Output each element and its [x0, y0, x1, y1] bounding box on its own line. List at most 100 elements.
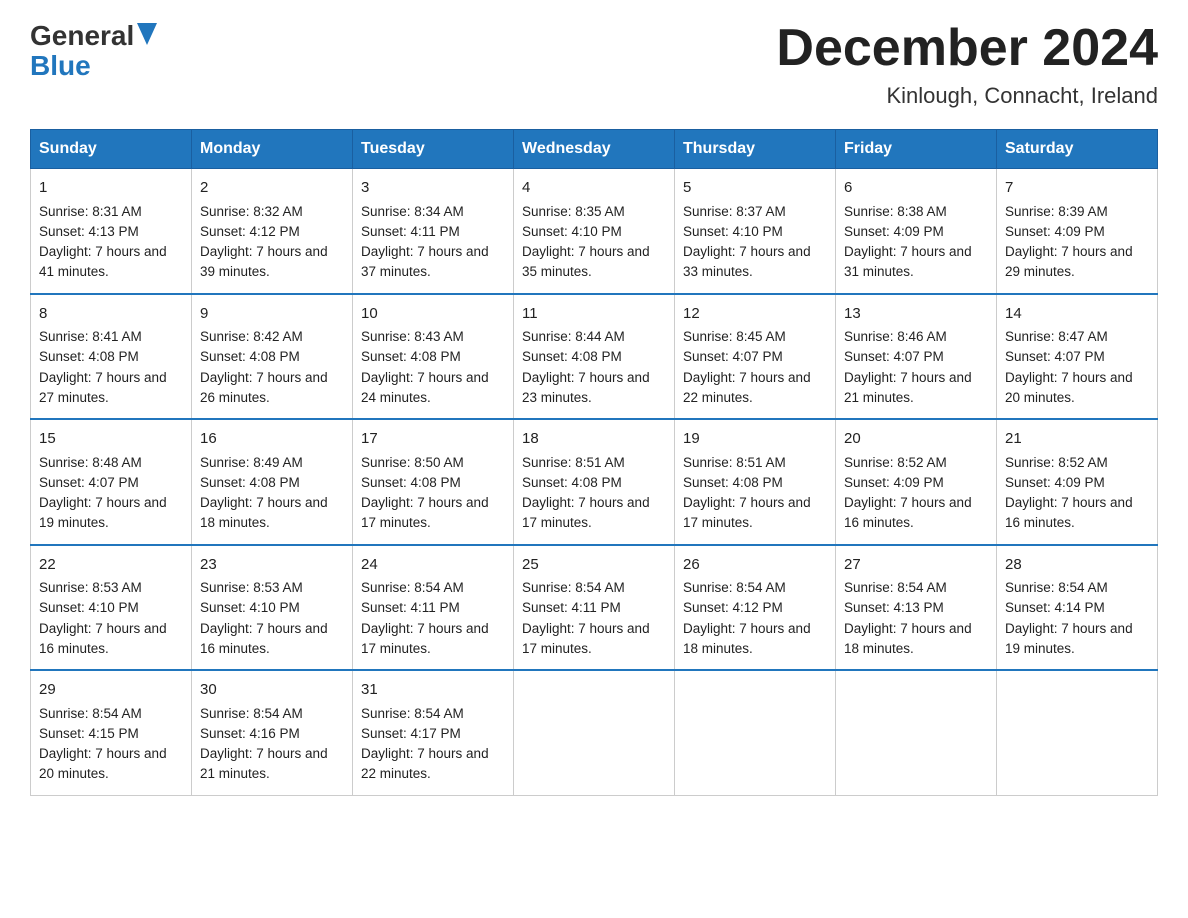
daylight-label: Daylight: 7 hours and 17 minutes. [522, 495, 650, 530]
day-number: 17 [361, 428, 505, 451]
logo-general-text: General [30, 20, 134, 52]
location-title: Kinlough, Connacht, Ireland [776, 83, 1158, 109]
calendar-week-row: 29Sunrise: 8:54 AMSunset: 4:15 PMDayligh… [31, 670, 1158, 795]
day-number: 24 [361, 554, 505, 577]
daylight-label: Daylight: 7 hours and 19 minutes. [39, 495, 167, 530]
sunset-label: Sunset: 4:11 PM [361, 600, 460, 615]
logo-triangle-icon [134, 20, 157, 52]
sunrise-label: Sunrise: 8:31 AM [39, 204, 142, 219]
sunset-label: Sunset: 4:13 PM [844, 600, 944, 615]
calendar-cell: 31 Sunrise: 8:54 AM Sunset: 4:17 PM Dayligh… [353, 670, 514, 795]
day-number: 6 [844, 177, 988, 200]
daylight-label: Daylight: 7 hours and 24 minutes. [361, 370, 489, 405]
sunrise-label: Sunrise: 8:52 AM [1005, 455, 1108, 470]
day-number: 29 [39, 679, 183, 702]
calendar-cell: 24Sunrise: 8:54 AMSunset: 4:11 PMDayligh… [353, 545, 514, 671]
sunset-label: Sunset: 4:10 PM [522, 224, 622, 239]
daylight-label: Daylight: 7 hours and 20 minutes. [39, 746, 167, 781]
sunrise-label: Sunrise: 8:34 AM [361, 204, 464, 219]
sunrise-label: Sunrise: 8:47 AM [1005, 329, 1108, 344]
sunset-label: Sunset: 4:17 PM [361, 726, 461, 741]
sunset-label: Sunset: 4:10 PM [39, 600, 139, 615]
calendar-week-row: 22Sunrise: 8:53 AMSunset: 4:10 PMDayligh… [31, 545, 1158, 671]
sunset-label: Sunset: 4:11 PM [361, 224, 460, 239]
sunset-label: Sunset: 4:12 PM [200, 224, 300, 239]
calendar-cell: 18Sunrise: 8:51 AMSunset: 4:08 PMDayligh… [514, 419, 675, 545]
sunrise-label: Sunrise: 8:45 AM [683, 329, 786, 344]
calendar-cell: 2 Sunrise: 8:32 AM Sunset: 4:12 PM Daylight… [192, 169, 353, 294]
sunrise-label: Sunrise: 8:46 AM [844, 329, 947, 344]
calendar-cell: 12Sunrise: 8:45 AMSunset: 4:07 PMDayligh… [675, 294, 836, 420]
col-monday: Monday [192, 130, 353, 169]
daylight-label: Daylight: 7 hours and 27 minutes. [39, 370, 167, 405]
sunrise-label: Sunrise: 8:48 AM [39, 455, 142, 470]
daylight-label: Daylight: 7 hours and 16 minutes. [1005, 495, 1133, 530]
sunrise-label: Sunrise: 8:53 AM [200, 580, 303, 595]
day-number: 8 [39, 303, 183, 326]
sunrise-label: Sunrise: 8:54 AM [361, 706, 464, 721]
day-number: 31 [361, 679, 505, 702]
calendar-cell: 22Sunrise: 8:53 AMSunset: 4:10 PMDayligh… [31, 545, 192, 671]
calendar-table: Sunday Monday Tuesday Wednesday Thursday… [30, 129, 1158, 796]
day-number: 12 [683, 303, 827, 326]
col-saturday: Saturday [997, 130, 1158, 169]
sunrise-label: Sunrise: 8:37 AM [683, 204, 786, 219]
title-area: December 2024 Kinlough, Connacht, Irelan… [776, 20, 1158, 109]
sunrise-label: Sunrise: 8:32 AM [200, 204, 303, 219]
day-number: 21 [1005, 428, 1149, 451]
sunset-label: Sunset: 4:16 PM [200, 726, 300, 741]
sunset-label: Sunset: 4:07 PM [844, 349, 944, 364]
calendar-cell: 26Sunrise: 8:54 AMSunset: 4:12 PMDayligh… [675, 545, 836, 671]
sunrise-label: Sunrise: 8:42 AM [200, 329, 303, 344]
day-number: 27 [844, 554, 988, 577]
daylight-label: Daylight: 7 hours and 21 minutes. [844, 370, 972, 405]
sunrise-label: Sunrise: 8:54 AM [361, 580, 464, 595]
day-number: 9 [200, 303, 344, 326]
daylight-label: Daylight: 7 hours and 39 minutes. [200, 244, 328, 279]
day-number: 28 [1005, 554, 1149, 577]
sunset-label: Sunset: 4:07 PM [1005, 349, 1105, 364]
day-number: 11 [522, 303, 666, 326]
calendar-cell: 7Sunrise: 8:39 AMSunset: 4:09 PMDaylight… [997, 169, 1158, 294]
day-number: 20 [844, 428, 988, 451]
daylight-label: Daylight: 7 hours and 18 minutes. [844, 621, 972, 656]
calendar-cell: 19Sunrise: 8:51 AMSunset: 4:08 PMDayligh… [675, 419, 836, 545]
day-number: 3 [361, 177, 505, 200]
sunrise-label: Sunrise: 8:38 AM [844, 204, 947, 219]
daylight-label: Daylight: 7 hours and 41 minutes. [39, 244, 167, 279]
daylight-label: Daylight: 7 hours and 21 minutes. [200, 746, 328, 781]
calendar-cell [836, 670, 997, 795]
day-number: 2 [200, 177, 344, 200]
sunset-label: Sunset: 4:09 PM [844, 475, 944, 490]
sunset-label: Sunset: 4:08 PM [522, 349, 622, 364]
calendar-header-row: Sunday Monday Tuesday Wednesday Thursday… [31, 130, 1158, 169]
sunrise-label: Sunrise: 8:53 AM [39, 580, 142, 595]
sunrise-label: Sunrise: 8:51 AM [683, 455, 786, 470]
col-wednesday: Wednesday [514, 130, 675, 169]
calendar-week-row: 15Sunrise: 8:48 AMSunset: 4:07 PMDayligh… [31, 419, 1158, 545]
daylight-label: Daylight: 7 hours and 20 minutes. [1005, 370, 1133, 405]
calendar-cell: 23Sunrise: 8:53 AMSunset: 4:10 PMDayligh… [192, 545, 353, 671]
sunset-label: Sunset: 4:11 PM [522, 600, 621, 615]
col-tuesday: Tuesday [353, 130, 514, 169]
calendar-cell: 17Sunrise: 8:50 AMSunset: 4:08 PMDayligh… [353, 419, 514, 545]
calendar-cell: 10Sunrise: 8:43 AMSunset: 4:08 PMDayligh… [353, 294, 514, 420]
calendar-cell: 16Sunrise: 8:49 AMSunset: 4:08 PMDayligh… [192, 419, 353, 545]
daylight-label: Daylight: 7 hours and 17 minutes. [361, 495, 489, 530]
daylight-label: Daylight: 7 hours and 22 minutes. [361, 746, 489, 781]
calendar-cell: 20Sunrise: 8:52 AMSunset: 4:09 PMDayligh… [836, 419, 997, 545]
calendar-cell: 13 Sunrise: 8:46 AM Sunset: 4:07 PM Dayligh… [836, 294, 997, 420]
logo: General Blue [30, 20, 159, 82]
daylight-label: Daylight: 7 hours and 17 minutes. [683, 495, 811, 530]
calendar-cell [675, 670, 836, 795]
calendar-cell: 25Sunrise: 8:54 AMSunset: 4:11 PMDayligh… [514, 545, 675, 671]
day-number: 13 [844, 303, 988, 326]
sunrise-label: Sunrise: 8:54 AM [39, 706, 142, 721]
logo-text: General [30, 20, 159, 52]
sunset-label: Sunset: 4:10 PM [683, 224, 783, 239]
daylight-label: Daylight: 7 hours and 16 minutes. [39, 621, 167, 656]
sunset-label: Sunset: 4:07 PM [39, 475, 139, 490]
daylight-label: Daylight: 7 hours and 22 minutes. [683, 370, 811, 405]
sunset-label: Sunset: 4:08 PM [361, 475, 461, 490]
sunrise-label: Sunrise: 8:39 AM [1005, 204, 1108, 219]
